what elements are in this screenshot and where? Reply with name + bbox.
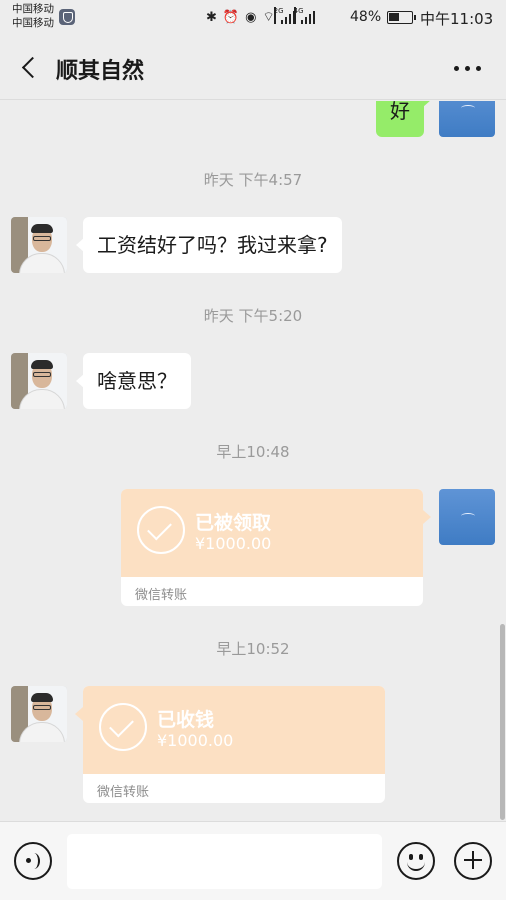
bluetooth-icon: ✱ — [206, 9, 217, 25]
transfer-label: 微信转账 — [97, 785, 150, 800]
eye-icon: ◉ — [245, 9, 257, 25]
transfer-status: 已被领取 — [195, 512, 272, 534]
message-bubble-sent[interactable]: 好 — [376, 101, 431, 137]
chat-title: 顺其自然 — [56, 59, 145, 84]
timestamp: 昨天 下午4:57 — [203, 171, 303, 189]
message-bubble-received[interactable]: 啥意思？ — [76, 353, 191, 409]
bubble-tail — [75, 707, 83, 721]
transfer-status: 已收钱 — [157, 709, 215, 731]
shield-icon — [59, 9, 75, 25]
message-text: 好 — [390, 101, 410, 123]
transfer-label: 微信转账 — [135, 588, 188, 603]
check-circle-icon — [99, 703, 147, 751]
timestamp: 早上10:52 — [216, 640, 290, 658]
transfer-card-received[interactable]: 已收钱 ¥1000.00 微信转账 — [83, 686, 385, 803]
bubble-tail — [423, 510, 431, 524]
avatar-contact[interactable] — [11, 353, 67, 409]
signal-icon-1: 2G — [273, 6, 296, 24]
check-circle-icon — [137, 506, 185, 554]
avatar-contact[interactable] — [11, 686, 67, 742]
transfer-amount: ¥1000.00 — [157, 731, 234, 750]
message-input[interactable] — [67, 834, 382, 889]
timestamp: 昨天 下午5:20 — [203, 307, 303, 325]
signal-icon-2: 4G — [293, 6, 316, 24]
status-time: 中午11:03 — [420, 10, 494, 28]
scrollbar[interactable] — [500, 624, 505, 820]
alarm-icon: ⏰ — [222, 9, 240, 25]
timestamp: 早上10:48 — [216, 443, 290, 461]
emoji-icon[interactable] — [397, 842, 435, 880]
status-icons: ✱ ⏰ ◉ ⌔ 2G 4G — [206, 6, 316, 26]
chat-header: 顺其自然 — [0, 36, 506, 100]
transfer-card-sent[interactable]: 已被领取 ¥1000.00 微信转账 — [121, 489, 423, 606]
carrier-label-2: 中国移动 — [12, 17, 54, 29]
carrier-label-1: 中国移动 — [12, 3, 54, 15]
status-bar: 中国移动 中国移动 ✱ ⏰ ◉ ⌔ 2G 4G 48% 中午11:03 — [0, 0, 506, 36]
message-bubble-received[interactable]: 工资结好了吗？我过来拿? — [76, 217, 342, 273]
input-bar — [0, 821, 506, 900]
avatar-self[interactable] — [439, 101, 495, 137]
avatar-self[interactable] — [439, 489, 495, 545]
back-icon[interactable] — [14, 52, 44, 82]
add-icon[interactable] — [454, 842, 492, 880]
battery-percent: 48% — [350, 9, 382, 25]
message-list[interactable]: 好 昨天 下午4:57 工资结好了吗？我过来拿? 昨天 下午5:20 啥意思？ … — [0, 101, 506, 821]
transfer-amount: ¥1000.00 — [195, 534, 272, 553]
message-text: 啥意思？ — [97, 369, 177, 393]
avatar-contact[interactable] — [11, 217, 67, 273]
more-options-icon[interactable] — [450, 56, 486, 80]
message-text: 工资结好了吗？我过来拿? — [97, 233, 328, 257]
battery-icon — [387, 11, 416, 24]
voice-icon[interactable] — [14, 842, 52, 880]
